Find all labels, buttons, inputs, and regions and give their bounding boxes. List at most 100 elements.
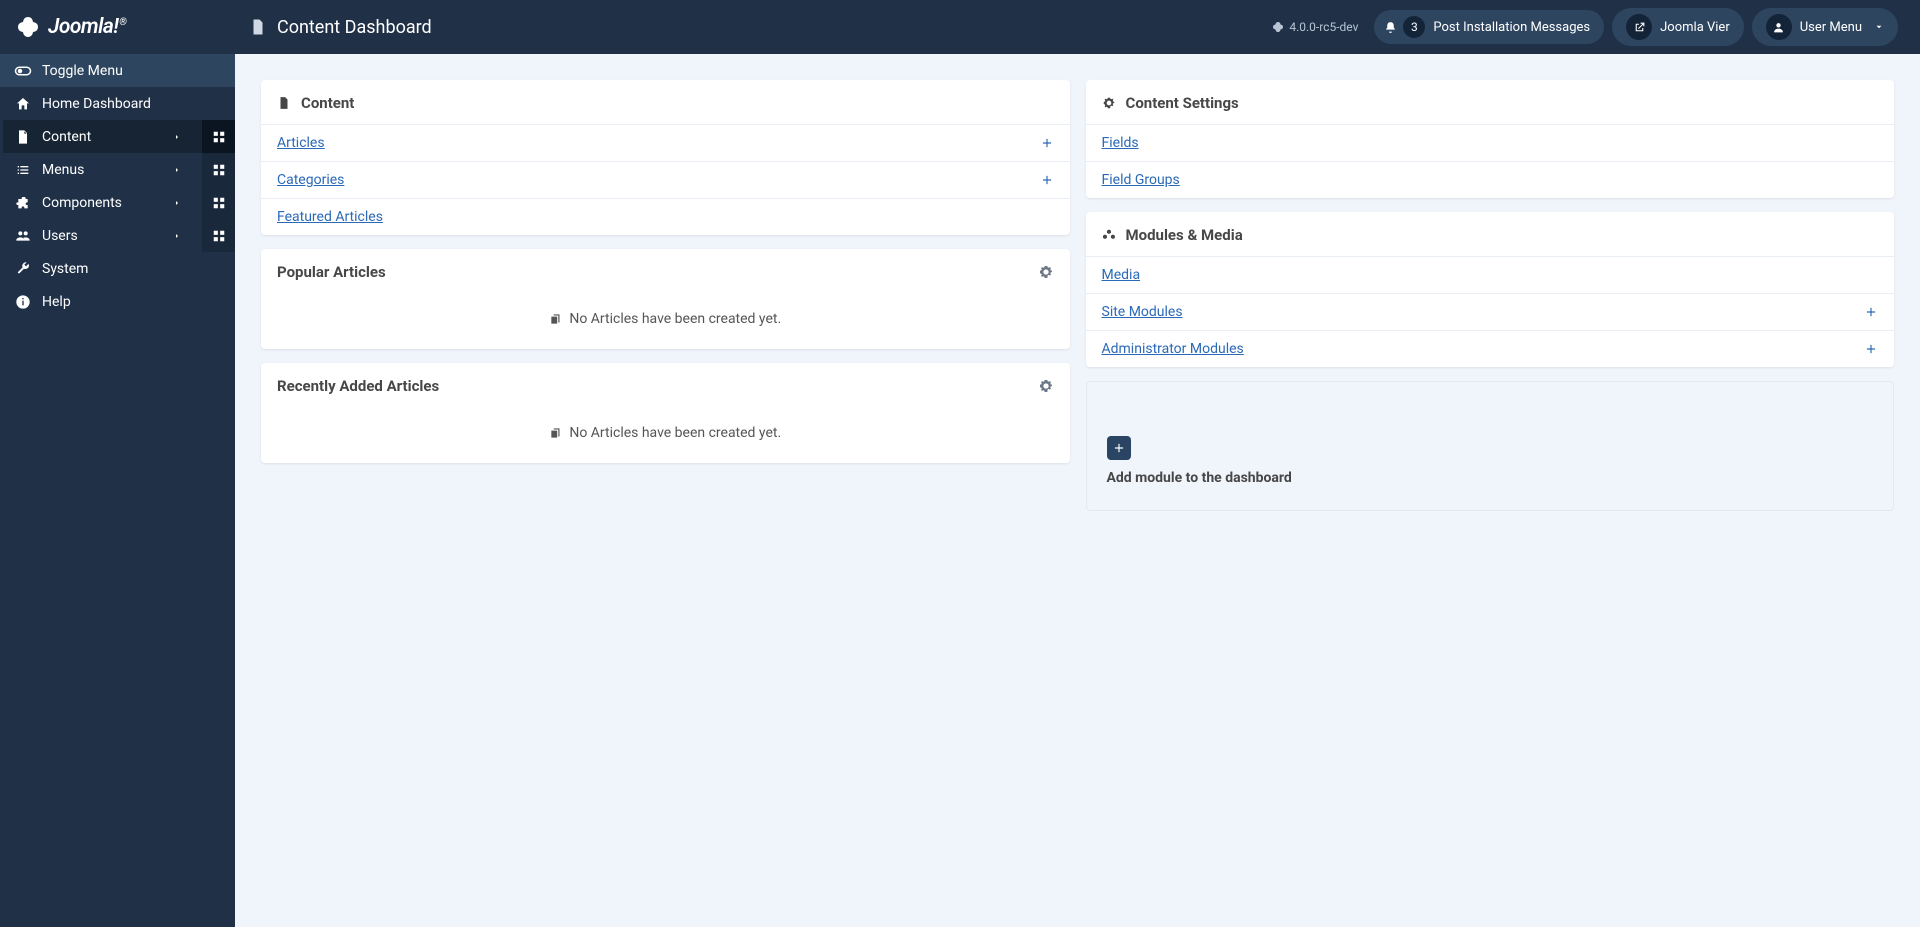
cubes-icon (1102, 228, 1116, 242)
home-icon (14, 96, 32, 112)
chevron-right-icon (173, 199, 181, 207)
sidebar-item-label: System (42, 261, 88, 277)
version-info: 4.0.0-rc5-dev (1272, 20, 1358, 34)
sidebar-item-components[interactable]: Components (0, 186, 235, 219)
file-icon (14, 129, 32, 145)
modules-row: Site Modules (1086, 293, 1895, 330)
add-module-label: Add module to the dashboard (1107, 470, 1874, 486)
sidebar-item-system[interactable]: System (0, 252, 235, 285)
plus-icon (1040, 173, 1054, 187)
users-icon (14, 228, 32, 244)
content-card: Content Articles Categories Featured Artic… (261, 80, 1070, 235)
recent-title: Recently Added Articles (277, 377, 439, 395)
caret-down-icon (1874, 22, 1884, 32)
copy-icon (549, 426, 563, 440)
sidebar-item-label: Components (42, 195, 122, 211)
plus-icon (1864, 342, 1878, 356)
link-categories[interactable]: Categories (277, 172, 344, 188)
content-row: Categories (261, 161, 1070, 198)
chevron-right-icon (173, 232, 181, 240)
notification-count: 3 (1403, 16, 1425, 38)
chevron-right-icon (173, 133, 181, 141)
popular-title: Popular Articles (277, 263, 386, 281)
sidebar-item-help[interactable]: Help (0, 285, 235, 318)
user-menu-button[interactable]: User Menu (1752, 8, 1898, 46)
recent-articles-card: Recently Added Articles No Articles have… (261, 363, 1070, 463)
main-content: Content Articles Categories Featured Artic… (235, 54, 1920, 537)
modules-row: Media (1086, 256, 1895, 293)
dashboard-shortcut-icon[interactable] (202, 186, 235, 219)
external-link-icon (1633, 21, 1646, 34)
sidebar-item-label: Users (42, 228, 78, 244)
sidebar-item-label: Help (42, 294, 71, 310)
file-lines-icon (277, 96, 291, 110)
link-fields[interactable]: Fields (1102, 135, 1139, 151)
bell-icon (1384, 21, 1397, 34)
recent-empty: No Articles have been created yet. (261, 407, 1070, 463)
modules-row: Administrator Modules (1086, 330, 1895, 367)
joomla-logo-icon (16, 15, 40, 39)
modules-media-card: Modules & Media Media Site Modules Adminis… (1086, 212, 1895, 367)
wrench-icon (14, 261, 32, 277)
link-administrator-modules[interactable]: Administrator Modules (1102, 341, 1244, 357)
content-settings-card: Content Settings Fields Field Groups (1086, 80, 1895, 198)
dashboard-shortcut-icon[interactable] (202, 120, 235, 153)
sidebar-item-label: Home Dashboard (42, 96, 151, 112)
settings-card-title: Content Settings (1126, 94, 1239, 112)
link-featured-articles[interactable]: Featured Articles (277, 209, 383, 225)
content-card-title: Content (301, 94, 354, 112)
plus-icon (1864, 305, 1878, 319)
content-row: Featured Articles (261, 198, 1070, 235)
user-menu-label: User Menu (1800, 20, 1862, 35)
sidebar-item-label: Content (42, 129, 91, 145)
list-icon (14, 162, 32, 178)
link-site-modules[interactable]: Site Modules (1102, 304, 1183, 320)
add-administrator-modules-button[interactable] (1864, 342, 1878, 356)
link-media[interactable]: Media (1102, 267, 1141, 283)
add-module-plus-icon (1107, 436, 1131, 460)
chevron-right-icon (173, 166, 181, 174)
add-site-modules-button[interactable] (1864, 305, 1878, 319)
user-icon (1772, 21, 1785, 34)
link-articles[interactable]: Articles (277, 135, 325, 151)
post-install-messages-button[interactable]: 3 Post Installation Messages (1374, 10, 1604, 44)
gear-icon[interactable] (1038, 378, 1054, 394)
plus-icon (1040, 136, 1054, 150)
add-articles-button[interactable] (1040, 136, 1054, 150)
site-link-label: Joomla Vier (1660, 20, 1730, 35)
dashboard-shortcut-icon[interactable] (202, 153, 235, 186)
sidebar-item-content[interactable]: Content (0, 120, 235, 153)
sidebar-item-home-dashboard[interactable]: Home Dashboard (0, 87, 235, 120)
joomla-small-icon (1272, 21, 1284, 33)
sidebar-item-label: Menus (42, 162, 84, 178)
sidebar: Toggle Menu Home Dashboard Content Menus Co… (0, 54, 235, 927)
gear-icon[interactable] (1038, 264, 1054, 280)
popular-articles-card: Popular Articles No Articles have been c… (261, 249, 1070, 349)
sidebar-item-users[interactable]: Users (0, 219, 235, 252)
add-categories-button[interactable] (1040, 173, 1054, 187)
content-row: Articles (261, 124, 1070, 161)
sidebar-item-menus[interactable]: Menus (0, 153, 235, 186)
site-preview-button[interactable]: Joomla Vier (1612, 8, 1744, 46)
header-bar: Joomla!® Content Dashboard 4.0.0-rc5-dev… (0, 0, 1920, 54)
settings-row: Field Groups (1086, 161, 1895, 198)
toggle-menu-label: Toggle Menu (42, 63, 123, 79)
puzzle-icon (14, 195, 32, 211)
settings-row: Fields (1086, 124, 1895, 161)
modules-card-title: Modules & Media (1126, 226, 1243, 244)
brand-name: Joomla!® (48, 15, 126, 39)
toggle-icon (14, 62, 32, 80)
page-title: Content Dashboard (277, 17, 432, 38)
add-module-card[interactable]: Add module to the dashboard (1086, 381, 1895, 511)
popular-empty: No Articles have been created yet. (261, 293, 1070, 349)
page-title-box: Content Dashboard (235, 17, 432, 38)
toggle-menu-button[interactable]: Toggle Menu (0, 54, 235, 87)
copy-icon (549, 312, 563, 326)
file-icon (249, 17, 267, 37)
info-icon (14, 294, 32, 310)
dashboard-shortcut-icon[interactable] (202, 219, 235, 252)
link-field-groups[interactable]: Field Groups (1102, 172, 1180, 188)
notif-label: Post Installation Messages (1433, 20, 1590, 35)
brand-logo[interactable]: Joomla!® (0, 0, 235, 54)
gear-icon (1102, 96, 1116, 110)
